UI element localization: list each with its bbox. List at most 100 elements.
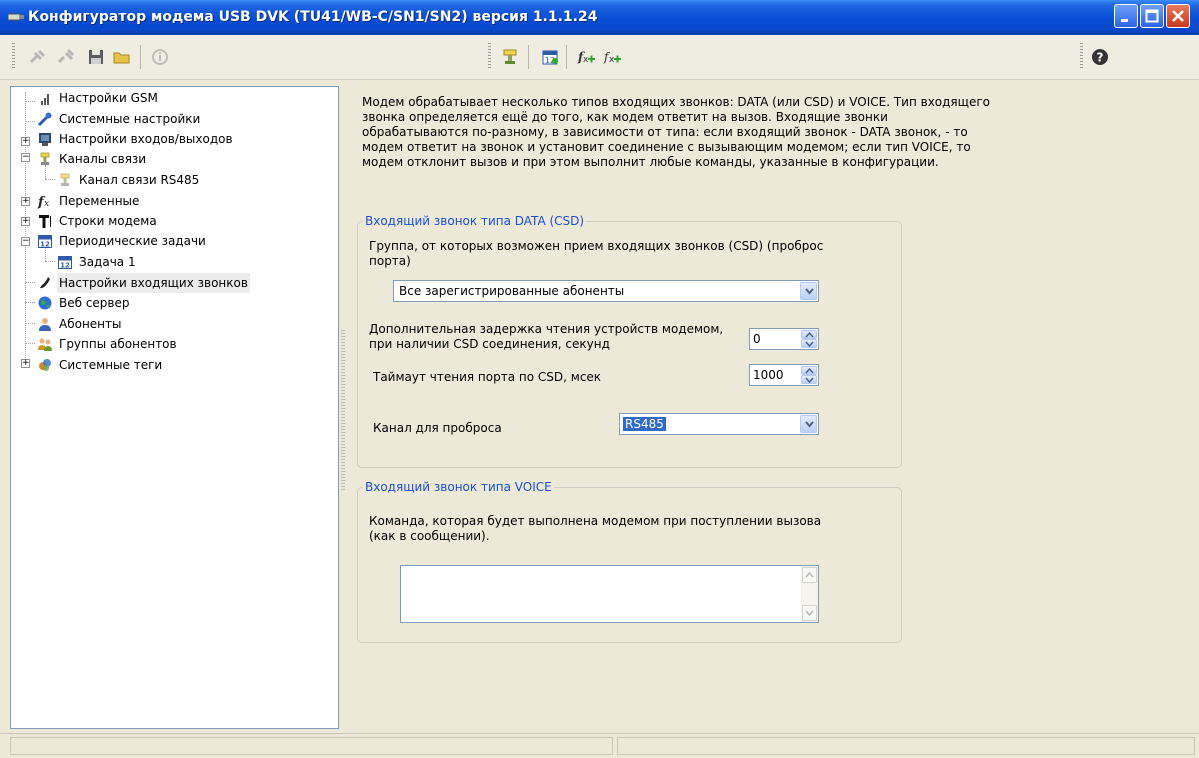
svg-text:x: x bbox=[44, 199, 49, 209]
tree-item-label: Переменные bbox=[59, 194, 140, 208]
tree-item-label: Канал связи RS485 bbox=[79, 173, 200, 187]
spin-down-button[interactable] bbox=[801, 375, 817, 384]
tree-line bbox=[25, 282, 35, 283]
save-icon[interactable] bbox=[86, 47, 106, 67]
tree-line bbox=[45, 179, 55, 180]
settings-tree[interactable]: + − + + − + Настройки GSM Системные наст… bbox=[10, 86, 339, 729]
wrench-icon bbox=[37, 112, 52, 127]
toolbar-grip-right[interactable] bbox=[1080, 43, 1083, 69]
users-icon bbox=[38, 338, 52, 351]
csd-delay-input[interactable]: 0 bbox=[749, 328, 819, 350]
connect-icon[interactable] bbox=[28, 47, 48, 67]
spin-value: 0 bbox=[753, 332, 761, 346]
add-variable-icon[interactable]: f x bbox=[576, 47, 596, 67]
tree-item-label: Настройки входов/выходов bbox=[59, 132, 233, 146]
voice-command-label: Команда, которая будет выполнена модемом… bbox=[369, 514, 822, 543]
tree-item-label: Абоненты bbox=[59, 317, 122, 331]
calendar-icon: 12 bbox=[38, 235, 52, 249]
expand-toggle[interactable]: + bbox=[21, 217, 30, 226]
svg-text:?: ? bbox=[1097, 51, 1104, 65]
chevron-down-icon bbox=[805, 610, 814, 617]
tree-item-label: Веб сервер bbox=[59, 296, 130, 310]
tree-line bbox=[25, 323, 35, 324]
open-folder-icon[interactable] bbox=[112, 47, 132, 67]
tree-item-label: Настройки GSM bbox=[59, 91, 158, 105]
info-icon[interactable] bbox=[150, 47, 170, 67]
calendar-icon: 12 bbox=[58, 256, 72, 270]
close-icon bbox=[1172, 10, 1184, 22]
disconnect-icon[interactable] bbox=[56, 47, 76, 67]
tree-item-label: Каналы связи bbox=[59, 152, 147, 166]
voice-call-group: Входящий звонок типа VOICE Команда, кото… bbox=[357, 479, 902, 643]
collapse-toggle[interactable]: − bbox=[21, 237, 30, 246]
chevron-up-icon bbox=[805, 368, 814, 374]
data-call-group: Входящий звонок типа DATA (CSD) Группа, … bbox=[357, 213, 902, 468]
spin-down-button[interactable] bbox=[801, 339, 817, 348]
phone-icon bbox=[40, 277, 50, 289]
group-title: Входящий звонок типа DATA (CSD) bbox=[363, 213, 587, 229]
tags-icon bbox=[39, 359, 51, 371]
tree-item-label: Периодические задачи bbox=[59, 234, 206, 248]
toolbar-grip[interactable] bbox=[12, 43, 15, 69]
maximize-icon bbox=[1145, 9, 1159, 23]
collapse-toggle[interactable]: − bbox=[21, 153, 30, 162]
csd-timeout-input[interactable]: 1000 bbox=[749, 364, 819, 386]
globe-icon bbox=[38, 296, 52, 310]
panel-splitter[interactable] bbox=[341, 330, 345, 490]
csd-group-select[interactable]: Все зарегистрированные абоненты bbox=[393, 280, 819, 302]
selected-value: RS485 bbox=[623, 417, 666, 431]
dropdown-button[interactable] bbox=[800, 415, 817, 433]
signal-icon bbox=[41, 94, 49, 105]
toolbar-grip-middle[interactable] bbox=[488, 43, 491, 69]
add-channel-icon[interactable] bbox=[500, 47, 520, 67]
channel-icon bbox=[60, 173, 70, 186]
tree-line bbox=[25, 302, 35, 303]
expand-toggle[interactable]: + bbox=[21, 137, 30, 146]
scroll-down-button[interactable] bbox=[802, 605, 817, 621]
expand-toggle[interactable]: + bbox=[21, 197, 30, 206]
window-title: Конфигуратор модема USB DVK (TU41/WB-C/S… bbox=[28, 9, 598, 25]
chevron-up-icon bbox=[805, 571, 814, 578]
toolbar-separator bbox=[140, 45, 141, 69]
expand-toggle[interactable]: + bbox=[21, 359, 30, 368]
maximize-button[interactable] bbox=[1140, 4, 1164, 28]
csd-timeout-label: Таймаут чтения порта по CSD, мсек bbox=[373, 370, 602, 384]
spin-up-button[interactable] bbox=[801, 366, 817, 375]
tree-line bbox=[25, 343, 35, 344]
voice-command-input[interactable] bbox=[400, 565, 819, 623]
spin-up-button[interactable] bbox=[801, 330, 817, 339]
tree-item-label: Системные настройки bbox=[59, 112, 201, 126]
tree-line bbox=[25, 101, 35, 102]
tree-item-label: Настройки входящих звонков bbox=[57, 273, 250, 293]
add-task-icon[interactable]: 12 bbox=[540, 47, 560, 67]
scroll-up-button[interactable] bbox=[802, 567, 817, 583]
spin-value: 1000 bbox=[753, 368, 784, 382]
function-icon: f x bbox=[37, 195, 49, 209]
help-icon[interactable]: ? bbox=[1090, 47, 1110, 67]
tree-line bbox=[45, 165, 46, 179]
chevron-down-icon bbox=[805, 377, 814, 383]
add-function-icon[interactable]: f x bbox=[602, 47, 622, 67]
minimize-button[interactable] bbox=[1114, 4, 1138, 28]
chevron-up-icon bbox=[805, 332, 814, 338]
toolbar-separator bbox=[528, 45, 529, 69]
channel-icon bbox=[40, 152, 50, 165]
tree-item-label: Группы абонентов bbox=[59, 337, 177, 351]
csd-group-label: Группа, от которых возможен прием входящ… bbox=[369, 239, 824, 268]
forward-channel-select[interactable]: RS485 bbox=[619, 413, 819, 435]
dropdown-button[interactable] bbox=[800, 282, 817, 300]
scrollbar[interactable] bbox=[801, 566, 818, 622]
chevron-down-icon bbox=[805, 421, 814, 428]
text-icon bbox=[39, 215, 51, 228]
tree-item-label: Системные теги bbox=[59, 358, 163, 372]
chevron-down-icon bbox=[805, 341, 814, 347]
tree-item-label: Задача 1 bbox=[79, 255, 136, 269]
close-button[interactable] bbox=[1166, 4, 1190, 28]
csd-delay-label: Дополнительная задержка чтения устройств… bbox=[369, 322, 724, 351]
minimize-icon bbox=[1121, 19, 1128, 22]
user-icon bbox=[39, 318, 51, 331]
group-title: Входящий звонок типа VOICE bbox=[363, 479, 554, 495]
io-board-icon bbox=[39, 133, 51, 146]
tree-line bbox=[45, 247, 46, 261]
status-panel-left bbox=[10, 737, 613, 755]
